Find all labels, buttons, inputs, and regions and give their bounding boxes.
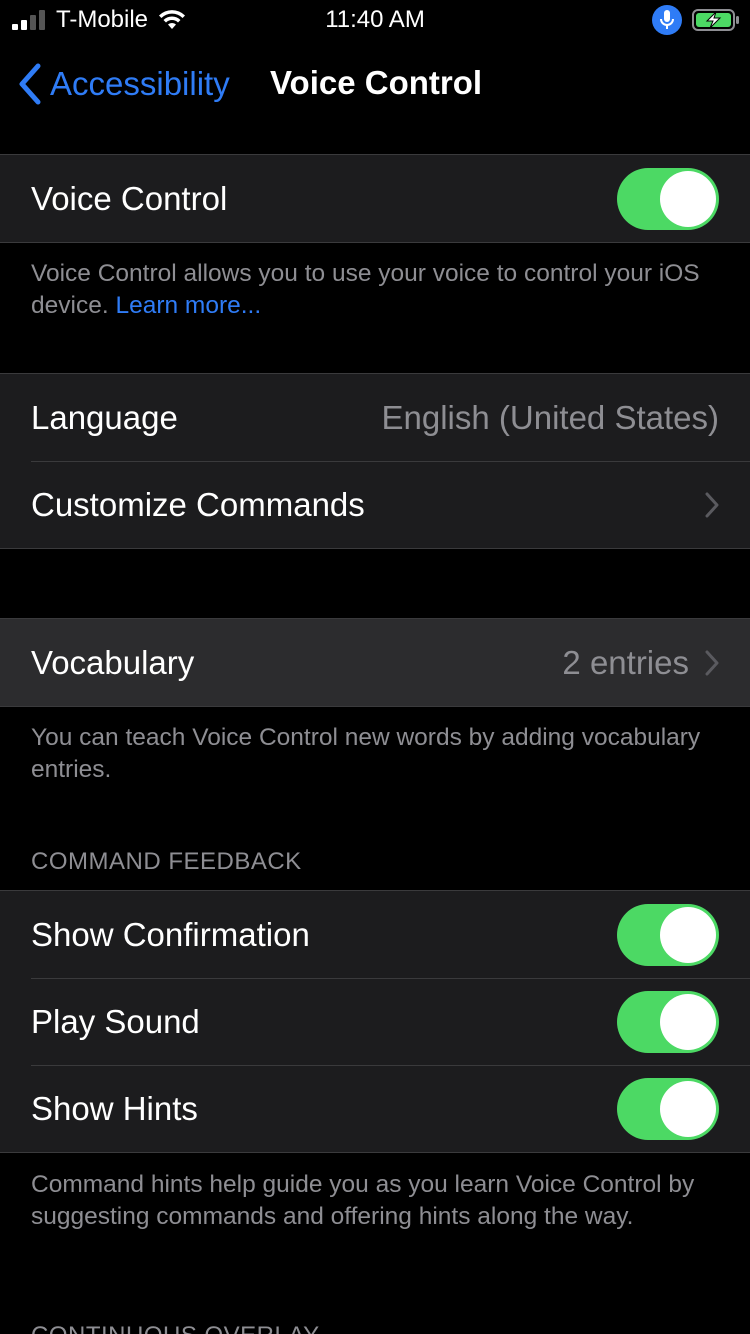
show-hints-label: Show Hints [31,1089,198,1127]
voice-control-label: Voice Control [31,179,228,217]
continuous-overlay-header: CONTINUOUS OVERLAY [31,1322,320,1334]
chevron-right-icon [705,492,719,518]
command-hints-footer: Command hints help guide you as you lear… [31,1171,695,1230]
back-button[interactable]: Accessibility [18,60,230,108]
chevron-right-icon [705,650,719,676]
battery-charging-icon [692,9,739,31]
voice-control-footer: Voice Control allows you to use your voi… [31,258,721,322]
learn-more-link[interactable]: Learn more... [115,292,261,319]
back-label: Accessibility [50,65,230,102]
language-row[interactable]: Language English (United States) [0,374,750,461]
status-bar: T-Mobile 11:40 AM [0,0,750,40]
microphone-icon [652,5,682,35]
status-time: 11:40 AM [325,6,425,33]
settings-group: Language English (United States) Customi… [0,373,750,549]
command-feedback-header: COMMAND FEEDBACK [31,848,302,875]
vocabulary-footer: You can teach Voice Control new words by… [31,724,701,783]
vocabulary-group: Vocabulary 2 entries [0,618,750,707]
show-confirmation-row: Show Confirmation [0,891,750,978]
voice-control-row: Voice Control [0,155,750,242]
show-confirmation-label: Show Confirmation [31,915,310,953]
show-confirmation-toggle[interactable] [617,903,719,966]
language-label: Language [31,398,178,436]
chevron-left-icon [19,63,41,105]
status-right [652,4,740,36]
vocabulary-value: 2 entries [562,643,689,681]
play-sound-row: Play Sound [0,978,750,1065]
navigation-bar: Accessibility Voice Control [0,40,750,128]
vocabulary-label: Vocabulary [31,643,195,681]
language-value: English (United States) [381,398,720,436]
show-hints-toggle[interactable] [617,1077,719,1140]
play-sound-toggle[interactable] [617,990,719,1053]
play-sound-label: Play Sound [31,1002,200,1040]
show-hints-row: Show Hints [0,1065,750,1152]
voice-control-group: Voice Control [0,154,750,243]
customize-commands-row[interactable]: Customize Commands [0,461,750,548]
voice-control-toggle[interactable] [617,167,719,230]
customize-commands-label: Customize Commands [31,485,365,523]
vocabulary-row[interactable]: Vocabulary 2 entries [0,619,750,706]
page-title: Voice Control [270,64,483,101]
command-feedback-group: Show Confirmation Play Sound Show Hints [0,890,750,1153]
